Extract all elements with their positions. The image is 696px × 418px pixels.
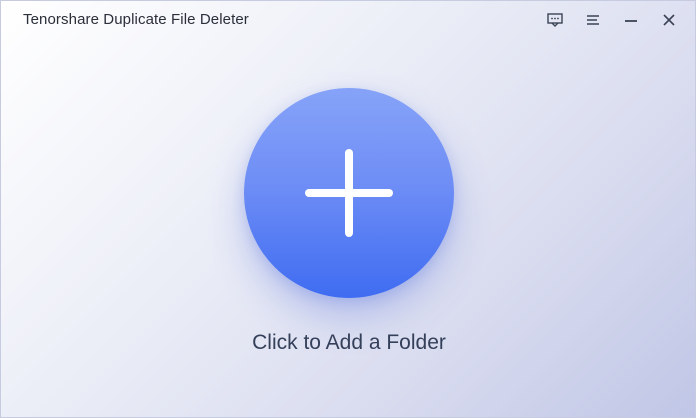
minimize-button[interactable] [617,7,645,33]
menu-button[interactable] [579,7,607,33]
plus-icon [305,149,393,237]
close-button[interactable] [655,7,683,33]
window-controls [541,7,683,33]
close-icon [662,13,676,27]
add-folder-button[interactable] [244,88,454,298]
feedback-button[interactable] [541,7,569,33]
window-title: Tenorshare Duplicate File Deleter [23,11,249,28]
plus-vertical-bar [345,149,353,237]
app-window: Tenorshare Duplicate File Deleter Click … [0,0,696,418]
minimize-icon [624,14,638,26]
add-folder-label[interactable]: Click to Add a Folder [1,331,695,355]
feedback-icon [547,13,563,27]
menu-icon [586,14,600,26]
